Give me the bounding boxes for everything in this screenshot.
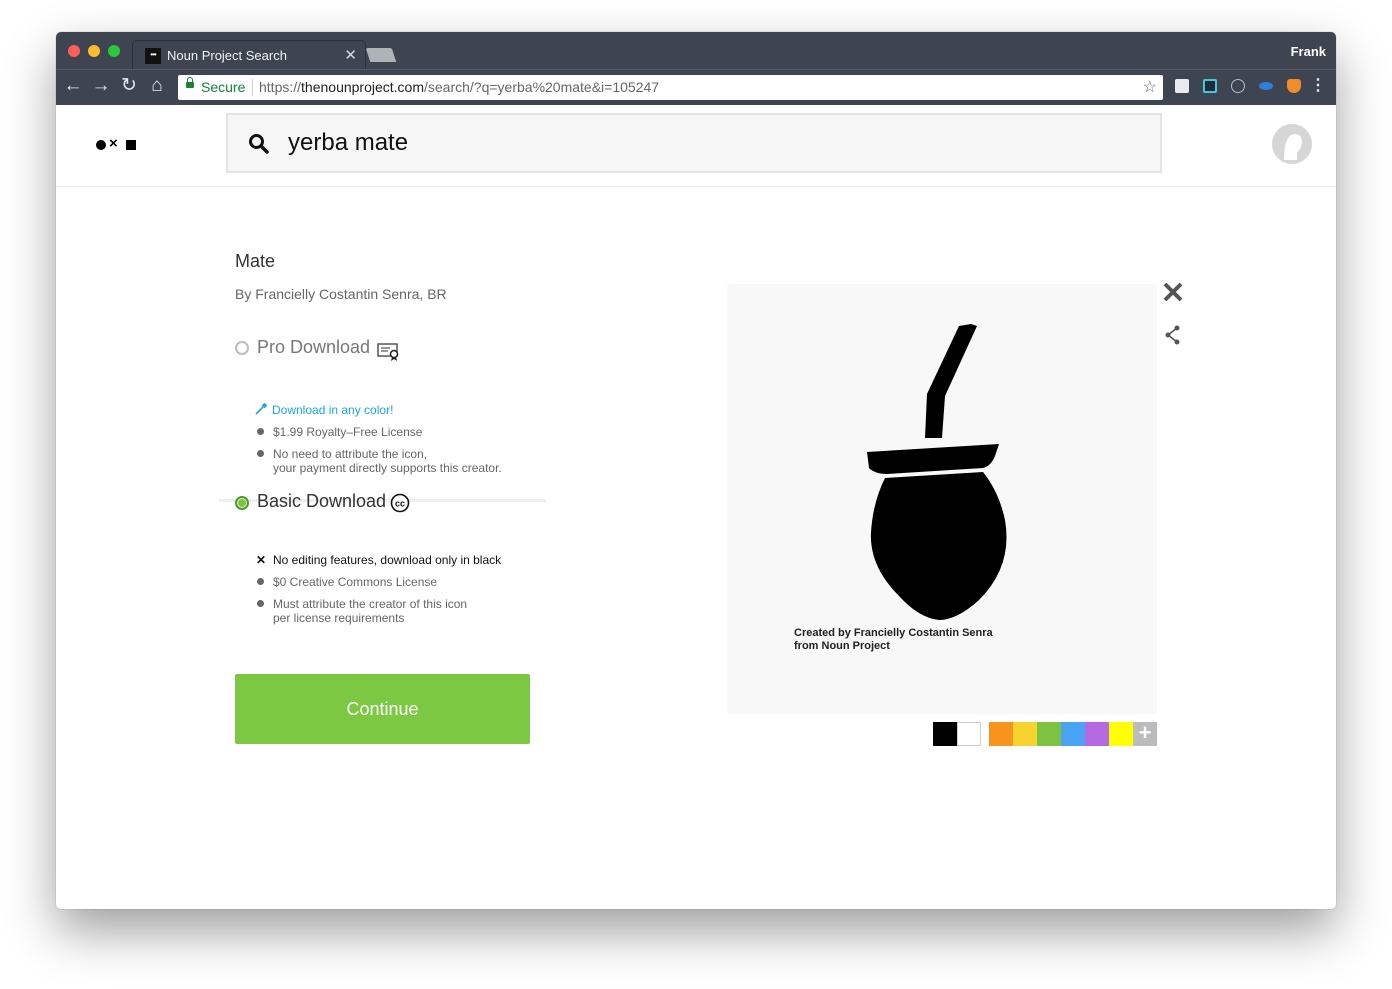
close-window-button[interactable] — [68, 45, 80, 57]
site-header: × yerba mate — [56, 105, 1336, 187]
extension-grid-icon[interactable] — [1203, 79, 1217, 93]
bullet-dot — [257, 578, 264, 585]
lock-icon — [186, 77, 194, 88]
credit-line-1: Created by Francielly Costantin Senra — [794, 627, 993, 639]
no-edit-x-icon: ✕ — [256, 553, 267, 567]
creative-commons-icon: cc — [390, 493, 410, 513]
icon-author[interactable]: By Francielly Costantin Senra, BR — [235, 286, 447, 302]
icon-title: Mate — [235, 251, 276, 271]
url-host: thenounproject.com — [301, 79, 424, 95]
page: × yerba mate Mate By Francielly Costanti… — [56, 105, 1336, 909]
bookmark-star-icon[interactable]: ☆ — [1143, 75, 1157, 100]
avatar-silhouette-icon — [1272, 124, 1312, 164]
swatch-orange[interactable] — [989, 722, 1013, 746]
url-separator — [252, 79, 253, 96]
logo-square — [126, 140, 136, 150]
swatch-gold[interactable] — [1013, 722, 1037, 746]
browser-toolbar: ← → ↻ ⌂ Secure https://thenounproject.co… — [56, 69, 1336, 106]
url-text[interactable]: https://thenounproject.com/search/?q=yer… — [259, 75, 659, 100]
basic-attribution-line1: Must attribute the creator of this icon — [273, 597, 468, 611]
bullet-dot — [257, 428, 264, 435]
pro-attribution-line1: No need to attribute the icon, — [273, 447, 428, 461]
url-scheme: https:// — [259, 79, 302, 95]
share-icon[interactable] — [1165, 325, 1181, 345]
icon-credit: Created by Francielly Costantin Senra fr… — [794, 627, 993, 653]
logo-dot — [96, 140, 106, 150]
title-bar: ••• Noun Project Search ✕ Frank — [56, 32, 1336, 70]
noun-project-favicon-icon: ••• — [145, 48, 161, 64]
pro-price-text: $1.99 Royalty–Free License — [273, 425, 423, 439]
pro-attribution-line2: your payment directly supports this crea… — [273, 461, 502, 475]
bullet-dot — [257, 600, 264, 607]
basic-download-label[interactable]: Basic Download — [257, 491, 386, 512]
mate-gourd-icon — [867, 324, 1007, 620]
continue-button[interactable]: Continue — [235, 674, 530, 744]
minimize-window-button[interactable] — [88, 45, 100, 57]
swatch-black[interactable] — [933, 722, 957, 746]
eyedropper-icon — [255, 403, 267, 415]
basic-price-text: $0 Creative Commons License — [273, 575, 438, 589]
swatch-white[interactable] — [957, 722, 981, 746]
home-icon[interactable]: ⌂ — [145, 74, 169, 98]
basic-no-edit-text: No editing features, download only in bl… — [273, 553, 502, 567]
profile-name[interactable]: Frank — [1291, 44, 1326, 59]
address-bar[interactable]: Secure https://thenounproject.com/search… — [178, 75, 1163, 100]
license-certificate-icon — [377, 343, 399, 361]
svg-text:cc: cc — [395, 499, 405, 509]
add-color-plus-icon[interactable]: + — [1133, 722, 1157, 746]
swatch-yellow[interactable] — [1109, 722, 1133, 746]
browser-tab[interactable]: ••• Noun Project Search ✕ — [132, 40, 366, 70]
url-path: /search/?q=yerba%20mate&i=105247 — [424, 79, 660, 95]
reload-icon[interactable]: ↻ — [117, 74, 141, 98]
zoom-window-button[interactable] — [108, 45, 120, 57]
user-avatar[interactable] — [1272, 124, 1312, 164]
search-icon[interactable] — [248, 133, 270, 155]
secure-label: Secure — [201, 79, 246, 95]
search-input[interactable]: yerba mate — [288, 129, 408, 157]
pro-download-radio[interactable] — [235, 341, 249, 355]
extension-info-icon[interactable] — [1231, 79, 1245, 93]
icon-preview: Created by Francielly Costantin Senra fr… — [727, 284, 1157, 714]
close-icon[interactable] — [1161, 280, 1185, 304]
tab-title: Noun Project Search — [167, 48, 287, 63]
menu-dots-icon[interactable]: ⋮ — [1306, 74, 1330, 98]
extension-cast-icon[interactable] — [1175, 79, 1189, 93]
extension-eye-icon[interactable] — [1259, 82, 1273, 90]
forward-arrow-icon[interactable]: → — [89, 74, 113, 98]
browser-window: ••• Noun Project Search ✕ Frank ← → ↻ ⌂ … — [56, 32, 1336, 909]
basic-download-radio[interactable] — [235, 496, 249, 510]
logo-x: × — [109, 135, 118, 152]
download-any-color-link[interactable]: Download in any color! — [272, 403, 393, 417]
swatch-green[interactable] — [1037, 722, 1061, 746]
swatch-blue[interactable] — [1061, 722, 1085, 746]
search-bar[interactable]: yerba mate — [226, 113, 1162, 173]
tab-close-icon[interactable]: ✕ — [344, 46, 357, 64]
extension-fox-icon[interactable] — [1287, 79, 1301, 93]
back-arrow-icon[interactable]: ← — [61, 74, 85, 98]
credit-line-2: from Noun Project — [794, 640, 890, 652]
bullet-dot — [257, 450, 264, 457]
pro-download-label[interactable]: Pro Download — [257, 337, 370, 358]
swatch-purple[interactable] — [1085, 722, 1109, 746]
new-tab-button[interactable] — [365, 48, 397, 62]
basic-attribution-line2: per license requirements — [273, 611, 405, 625]
